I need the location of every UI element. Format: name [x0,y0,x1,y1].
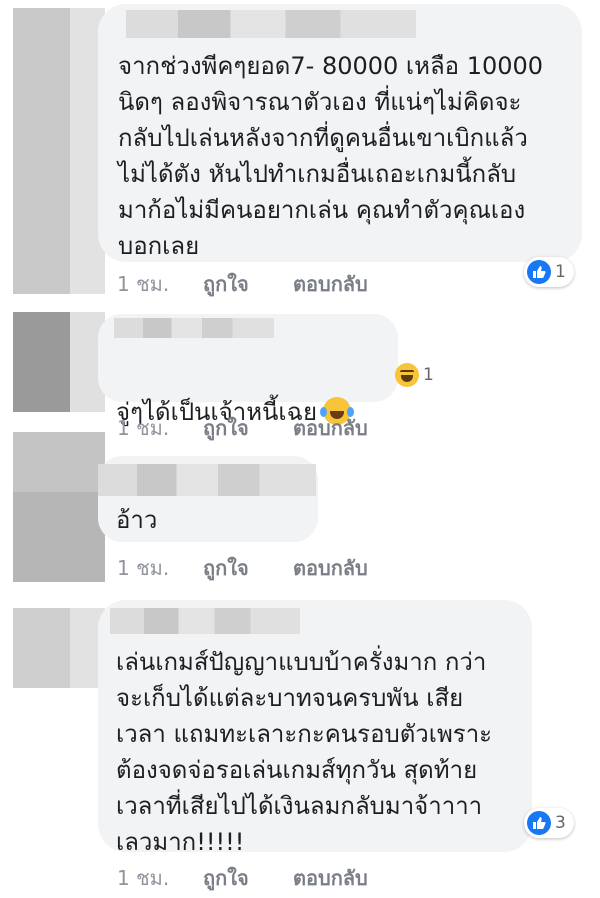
comment-bubble: อ้าว [98,456,318,542]
comment-actions: 1 ชม. ถูกใจ ตอบกลับ [117,552,368,584]
reaction-count: 1 [423,365,434,385]
comment-text: เล่นเกมส์ปัญญาแบบบ้าครั่งมาก กว่า จะเก็บ… [116,648,493,856]
commenter-name-blurred[interactable] [98,464,316,496]
avatar[interactable] [13,608,105,688]
comment-text: จากช่วงพีคๆยอด7- 80000 เหลือ 10000 นิดๆ … [118,52,544,260]
like-button[interactable]: ถูกใจ [203,412,293,444]
like-icon [527,260,551,284]
comment-bubble: จู่ๆได้เป็นเจ้าหนี้เฉย [98,314,398,426]
reply-button[interactable]: ตอบกลับ [293,862,368,894]
timestamp[interactable]: 1 ชม. [117,412,203,444]
comment-actions: 1 ชม. ถูกใจ ตอบกลับ [117,268,368,300]
timestamp[interactable]: 1 ชม. [117,862,203,894]
reply-button[interactable]: ตอบกลับ [293,552,368,584]
timestamp[interactable]: 1 ชม. [117,268,203,300]
timestamp[interactable]: 1 ชม. [117,552,203,584]
like-icon [527,811,551,835]
avatar[interactable] [13,312,105,412]
reply-button[interactable]: ตอบกลับ [293,412,368,444]
avatar[interactable] [13,8,105,294]
like-button[interactable]: ถูกใจ [203,552,293,584]
avatar[interactable] [13,432,105,582]
like-button[interactable]: ถูกใจ [203,862,293,894]
reaction-count-badge[interactable]: 1 [524,257,574,287]
comment-text: อ้าว [116,506,158,534]
commenter-name-blurred[interactable] [110,608,300,634]
reaction-count: 3 [555,813,566,833]
haha-icon [395,363,419,387]
comment-bubble: เล่นเกมส์ปัญญาแบบบ้าครั่งมาก กว่า จะเก็บ… [98,600,532,856]
commenter-name-blurred[interactable] [114,318,274,338]
reaction-count: 1 [555,262,566,282]
reply-button[interactable]: ตอบกลับ [293,268,368,300]
comment-actions: 1 ชม. ถูกใจ ตอบกลับ [117,412,368,444]
comment-actions: 1 ชม. ถูกใจ ตอบกลับ [117,862,368,894]
comment-bubble: จากช่วงพีคๆยอด7- 80000 เหลือ 10000 นิดๆ … [98,4,582,262]
commenter-name-blurred[interactable] [126,10,416,38]
reaction-count-badge[interactable]: 1 [392,360,442,390]
like-button[interactable]: ถูกใจ [203,268,293,300]
reaction-count-badge[interactable]: 3 [524,808,574,838]
